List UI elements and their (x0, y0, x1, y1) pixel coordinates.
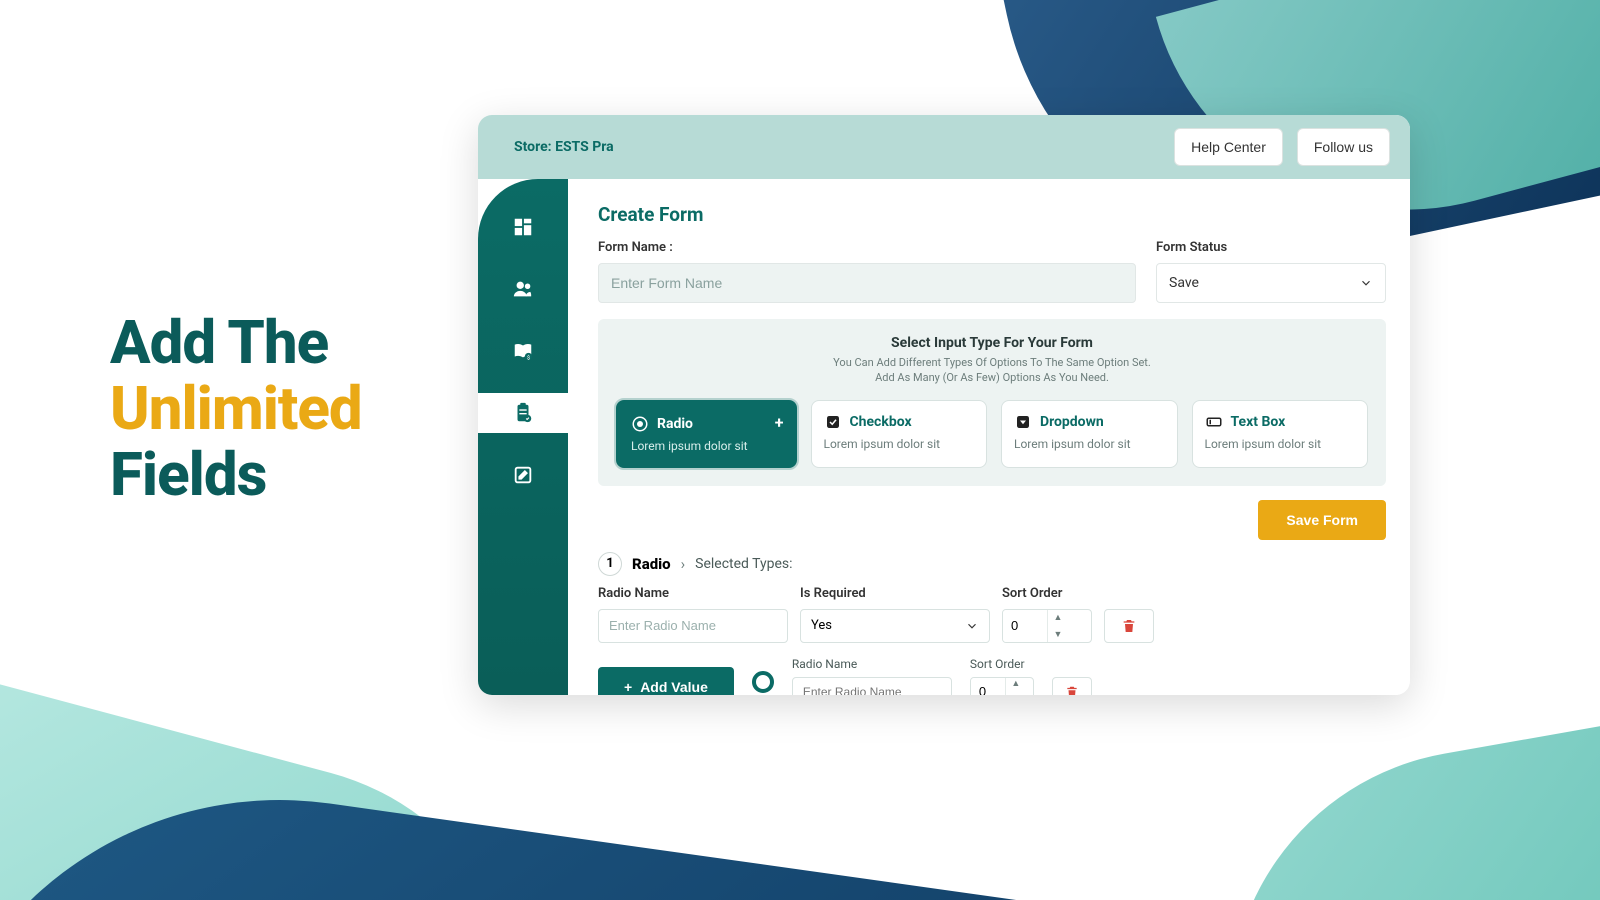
sort-order-stepper[interactable]: ▲▼ (1002, 609, 1092, 643)
marketing-headline: Add The Unlimited Fields (110, 310, 362, 508)
headline-line-3: Fields (110, 442, 362, 508)
value-sort-order-input[interactable] (971, 678, 1005, 695)
help-center-button[interactable]: Help Center (1174, 128, 1283, 166)
edit-icon (512, 464, 534, 486)
type-card-radio[interactable]: Radio + Lorem ipsum dolor sit (616, 400, 797, 468)
value-sort-order-stepper[interactable]: ▲▼ (970, 677, 1034, 695)
sidebar: $ (478, 179, 568, 695)
store-prefix: Store: (514, 139, 555, 155)
decor-bottom-right-teal (1188, 688, 1600, 900)
dropdown-icon (1014, 413, 1032, 431)
clipboard-icon (512, 402, 534, 424)
type-label: Checkbox (850, 414, 912, 430)
sequence-number: 1 (598, 552, 622, 576)
input-types-panel: Select Input Type For Your Form You Can … (598, 319, 1386, 486)
form-name-input[interactable] (598, 263, 1136, 303)
arrow-up-icon[interactable]: ▲ (1006, 677, 1026, 692)
sidebar-item-edit[interactable] (478, 455, 568, 495)
save-form-button[interactable]: Save Form (1258, 500, 1386, 540)
value-sort-order-label: Sort Order (970, 657, 1034, 671)
arrow-up-icon[interactable]: ▲ (1048, 609, 1068, 626)
decor-bottom-dark (0, 753, 1600, 900)
type-desc: Lorem ipsum dolor sit (824, 437, 975, 451)
book-icon: $ (512, 340, 534, 362)
form-status-label: Form Status (1156, 240, 1386, 255)
type-label: Radio (657, 416, 693, 432)
panel-title: Select Input Type For Your Form (616, 335, 1368, 351)
store-label: Store: ESTS Pra (514, 139, 614, 155)
delete-field-button[interactable] (1104, 609, 1154, 643)
panel-subtitle: You Can Add Different Types Of Options T… (616, 355, 1368, 386)
users-icon (512, 278, 534, 300)
type-desc: Lorem ipsum dolor sit (1014, 437, 1165, 451)
delete-value-button[interactable] (1052, 677, 1092, 695)
sidebar-item-dashboard[interactable] (478, 207, 568, 247)
form-name-label: Form Name : (598, 240, 1136, 255)
headline-line-2: Unlimited (110, 376, 362, 442)
sort-order-label: Sort Order (1002, 586, 1092, 601)
value-radio-name-input[interactable] (792, 677, 952, 695)
sequence-text: Selected Types: (695, 556, 792, 572)
is-required-select[interactable]: Yes (800, 609, 990, 643)
value-radio-name-label: Radio Name (792, 657, 952, 671)
type-label: Dropdown (1040, 414, 1104, 430)
arrow-down-icon[interactable]: ▼ (1048, 626, 1068, 643)
chevron-right-icon: › (681, 555, 686, 573)
trash-icon (1065, 685, 1079, 695)
trash-icon (1121, 618, 1137, 634)
add-value-label: Add Value (640, 679, 708, 695)
headline-line-1: Add The (110, 310, 362, 376)
topbar: Store: ESTS Pra Help Center Follow us (478, 115, 1410, 179)
add-value-button[interactable]: + Add Value (598, 667, 734, 695)
type-desc: Lorem ipsum dolor sit (1205, 437, 1356, 451)
checkbox-icon (824, 413, 842, 431)
app-panel: Store: ESTS Pra Help Center Follow us $ (478, 115, 1410, 695)
chevron-down-icon (965, 619, 979, 633)
sidebar-item-book[interactable]: $ (478, 331, 568, 371)
radio-name-input[interactable] (598, 609, 788, 643)
page-title: Create Form (598, 203, 1386, 226)
grid-icon (512, 216, 534, 238)
store-name: ESTS Pra (555, 139, 614, 155)
type-label: Text Box (1231, 414, 1286, 430)
radio-name-label: Radio Name (598, 586, 788, 601)
sequence-title: Radio (632, 555, 671, 573)
radio-icon (631, 415, 649, 433)
follow-us-button[interactable]: Follow us (1297, 128, 1390, 166)
arrow-down-icon[interactable]: ▼ (1006, 692, 1026, 695)
type-card-dropdown[interactable]: Dropdown Lorem ipsum dolor sit (1001, 400, 1178, 468)
plus-icon: + (624, 679, 632, 695)
is-required-label: Is Required (800, 586, 990, 601)
type-card-checkbox[interactable]: Checkbox Lorem ipsum dolor sit (811, 400, 988, 468)
svg-text:$: $ (527, 354, 530, 361)
field-sequence-header: 1 Radio › Selected Types: (598, 552, 1386, 576)
type-desc: Lorem ipsum dolor sit (631, 439, 782, 453)
form-status-value: Save (1169, 275, 1199, 291)
is-required-value: Yes (811, 618, 832, 633)
type-card-textbox[interactable]: Text Box Lorem ipsum dolor sit (1192, 400, 1369, 468)
form-status-select[interactable]: Save (1156, 263, 1386, 303)
plus-icon: + (775, 413, 784, 432)
sidebar-item-forms[interactable] (478, 393, 568, 433)
textbox-icon (1205, 413, 1223, 431)
radio-indicator-icon (752, 671, 774, 693)
chevron-down-icon (1359, 276, 1373, 290)
sidebar-item-users[interactable] (478, 269, 568, 309)
main-content: Create Form Form Name : Form Status Save… (568, 179, 1410, 695)
sort-order-input[interactable] (1003, 610, 1047, 642)
